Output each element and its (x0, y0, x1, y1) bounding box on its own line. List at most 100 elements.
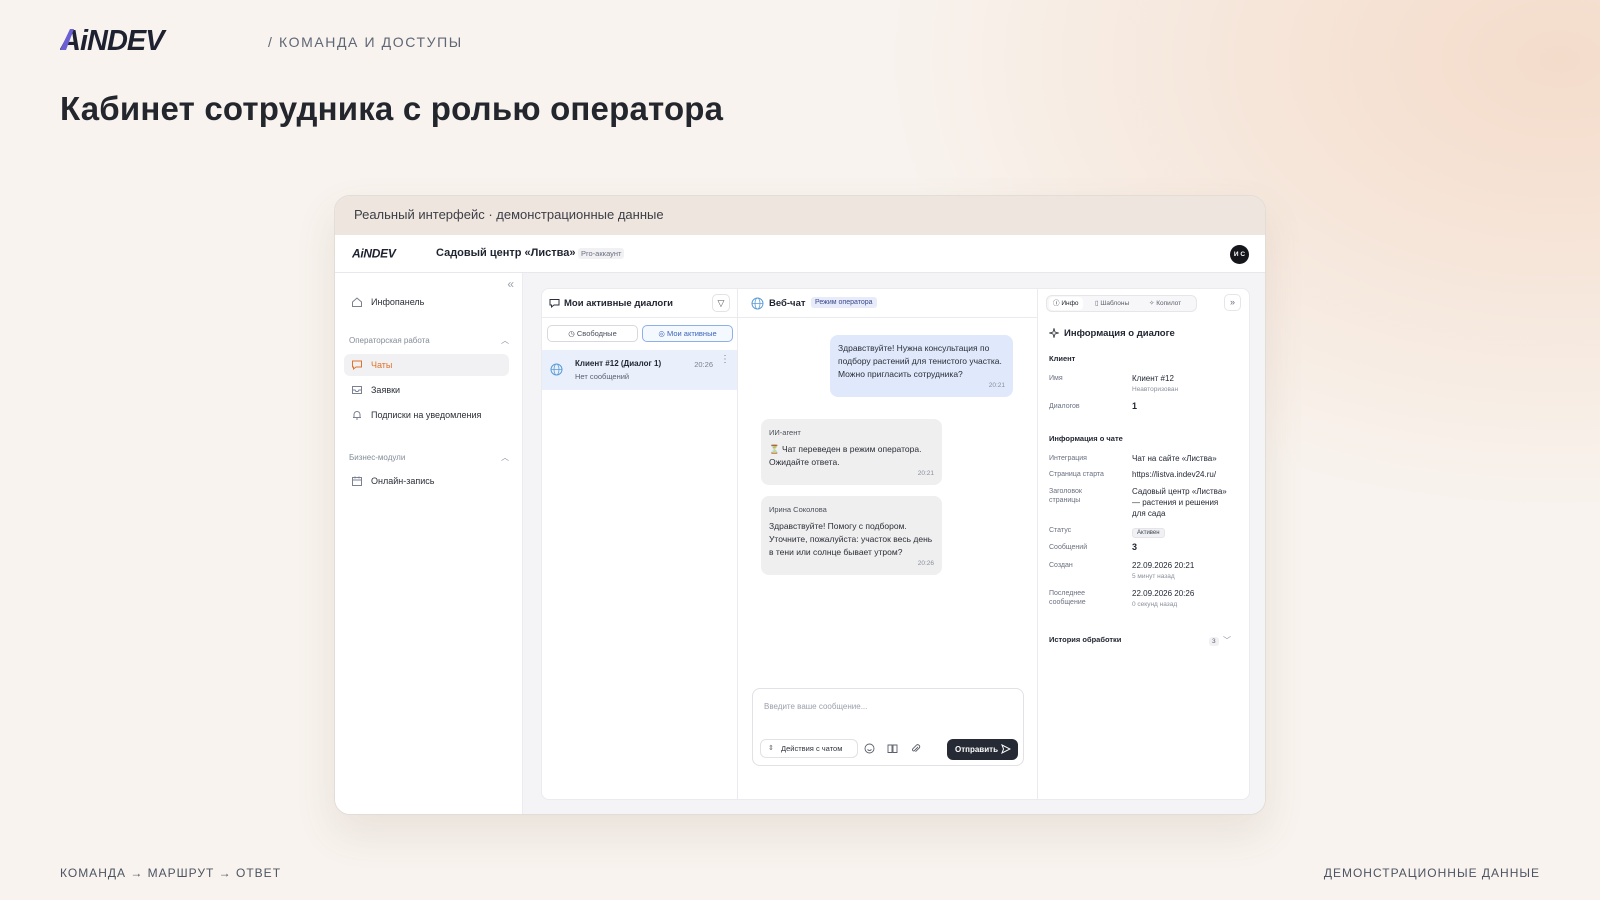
nav-group-operator[interactable]: Операторская работа ︿ (349, 336, 509, 345)
screenshot-frame: Реальный интерфейс · демонстрационные да… (334, 195, 1266, 815)
dialog-list-header: Мои активные диалоги ▽ (542, 289, 737, 318)
tab-copilot[interactable]: ✧ Копилот (1145, 297, 1185, 310)
sidebar: « Инфопанель Операторская работа ︿ Чаты … (335, 273, 523, 814)
filter-button[interactable]: ▽ (712, 294, 730, 312)
integration-label: Интеграция (1049, 455, 1087, 462)
send-icon (1001, 744, 1011, 754)
message-time: 20:21 (988, 382, 1005, 389)
app-logo[interactable]: AiNDEV (352, 247, 418, 259)
sidebar-item-requests[interactable]: Заявки (344, 379, 509, 401)
tab-label: Инфо (1061, 300, 1079, 307)
tab-label: Мои активные (667, 329, 717, 338)
filter-icon: ▽ (717, 298, 725, 308)
button-label: Отправить (955, 745, 998, 754)
nav-group-label: Бизнес-модули (349, 453, 406, 462)
globe-icon (751, 297, 764, 310)
tab-free-dialogs[interactable]: ◷ Свободные (547, 325, 638, 342)
dialog-time: 20:26 (694, 360, 713, 369)
chat-panel: Веб-чат Режим оператора Здравствуйте! Ну… (738, 289, 1038, 799)
start-page-link[interactable]: https://listva.indev24.ru/ (1132, 469, 1232, 480)
bell-icon (353, 411, 361, 420)
created-label: Создан (1049, 562, 1073, 569)
chevron-up-icon: ︿ (501, 453, 509, 462)
message-author: ИИ-агент (769, 428, 801, 437)
sidebar-item-subscriptions[interactable]: Подписки на уведомления (344, 404, 509, 426)
dialogs-label: Диалогов (1049, 403, 1080, 410)
message-text: ⏳ Чат переведен в режим оператора. Ожида… (769, 444, 922, 467)
history-count-badge: 3 (1209, 637, 1219, 646)
chevron-up-icon: ︿ (501, 336, 509, 345)
name-value: Клиент #12 Неавторизован (1132, 373, 1232, 395)
message-ai-agent: ИИ-агент ⏳ Чат переведен в режим операто… (761, 419, 942, 485)
section-breadcrumb: / КОМАНДА И ДОСТУПЫ (268, 34, 463, 50)
dialog-info-panel: ⓘ Инфо ▯ Шаблоны ✧ Копилот » Информация … (1038, 289, 1249, 799)
integration-value: Чат на сайте «Листва» (1132, 454, 1217, 463)
inbox-icon (352, 386, 362, 394)
more-vertical-icon[interactable]: ⋮ (720, 354, 730, 365)
aindev-logo: AiNDEV (60, 26, 168, 54)
sidebar-item-dashboard[interactable]: Инфопанель (344, 291, 509, 313)
tab-templates[interactable]: ▯ Шаблоны (1091, 297, 1133, 310)
operator-mode-badge: Режим оператора (811, 297, 877, 308)
sidebar-item-chats[interactable]: Чаты (344, 354, 509, 376)
message-composer[interactable]: Введите ваше сообщение... ⇕ Действия с ч… (752, 688, 1024, 766)
tab-label: Свободные (576, 329, 617, 338)
app-topbar: AiNDEV Садовый центр «Листва» Pro-аккаун… (335, 235, 1265, 273)
sparkle-icon (1049, 328, 1059, 338)
tab-label: Копилот (1156, 300, 1182, 307)
send-button[interactable]: Отправить (947, 739, 1018, 760)
tab-info[interactable]: ⓘ Инфо (1049, 297, 1083, 310)
home-icon (352, 297, 362, 307)
emoji-icon[interactable] (864, 743, 875, 754)
message-time: 20:26 (917, 560, 934, 567)
sidebar-item-booking[interactable]: Онлайн-запись (344, 470, 509, 492)
info-panel-header: ⓘ Инфо ▯ Шаблоны ✧ Копилот » (1038, 289, 1249, 318)
sidebar-item-label: Чаты (371, 360, 393, 370)
dialog-title: Клиент #12 (Диалог 1) (575, 359, 662, 368)
chevron-down-icon[interactable]: ﹀ (1223, 635, 1231, 646)
message-client: Здравствуйте! Нужна консультация по подб… (830, 335, 1013, 397)
footer-demo-note: ДЕМОНСТРАЦИОННЫЕ ДАННЫЕ (1323, 866, 1540, 880)
sidebar-item-label: Инфопанель (371, 297, 425, 307)
tab-my-active[interactable]: ◎ Мои активные (642, 325, 733, 342)
dialog-list-item[interactable]: Клиент #12 (Диалог 1) Нет сообщений 20:2… (542, 350, 737, 390)
status-label: Статус (1049, 527, 1072, 534)
message-author: Ирина Соколова (769, 505, 827, 514)
chat-header: Веб-чат Режим оператора (738, 289, 1037, 318)
attach-icon[interactable] (910, 743, 921, 754)
sidebar-item-label: Онлайн-запись (371, 476, 435, 486)
chat-icon (352, 360, 362, 371)
history-toggle[interactable]: История обработки (1049, 635, 1121, 644)
start-page-label: Страница старта (1049, 471, 1104, 478)
book-icon[interactable] (887, 743, 898, 754)
name-label: Имя (1049, 375, 1063, 382)
plan-badge: Pro-аккаунт (578, 248, 625, 259)
user-avatar[interactable]: И С (1230, 245, 1249, 264)
nav-group-label: Операторская работа (349, 336, 430, 345)
calendar-icon (352, 476, 362, 486)
message-time: 20:21 (917, 470, 934, 477)
message-text: Здравствуйте! Нужна консультация по подб… (838, 343, 1002, 379)
created-date: 22.09.2026 20:21 (1132, 561, 1195, 570)
nav-group-business[interactable]: Бизнес-модули ︿ (349, 453, 509, 462)
page-title: Кабинет сотрудника с ролью оператора (60, 90, 724, 127)
created-value: 22.09.2026 20:21 5 минут назад (1132, 560, 1232, 582)
company-name: Садовый центр «Листва» (436, 247, 576, 259)
chat-title: Веб-чат (769, 298, 806, 309)
svg-text:AiNDEV: AiNDEV (352, 247, 397, 259)
messages-count: 3 (1132, 542, 1138, 552)
dialog-list-title: Мои активные диалоги (564, 298, 674, 309)
expand-panel-icon[interactable]: » (1224, 294, 1241, 311)
collapse-sidebar-icon[interactable]: « (507, 277, 514, 291)
globe-icon (550, 363, 563, 376)
chat-section-title: Информация о чате (1049, 434, 1123, 443)
chat-actions-button[interactable]: ⇕ Действия с чатом (760, 739, 858, 758)
sidebar-item-label: Заявки (371, 385, 401, 395)
page-title-label: Заголовок страницы (1049, 488, 1082, 504)
last-message-value: 22.09.2026 20:26 0 секунд назад (1132, 588, 1232, 610)
message-input[interactable]: Введите ваше сообщение... (764, 702, 867, 711)
last-message-date: 22.09.2026 20:26 (1132, 589, 1195, 598)
page-title-value: Садовый центр «Листва» — растения и реше… (1132, 487, 1227, 518)
button-label: Действия с чатом (781, 744, 843, 753)
main-area: Мои активные диалоги ▽ ◷ Свободные ◎ Мои… (523, 273, 1265, 814)
